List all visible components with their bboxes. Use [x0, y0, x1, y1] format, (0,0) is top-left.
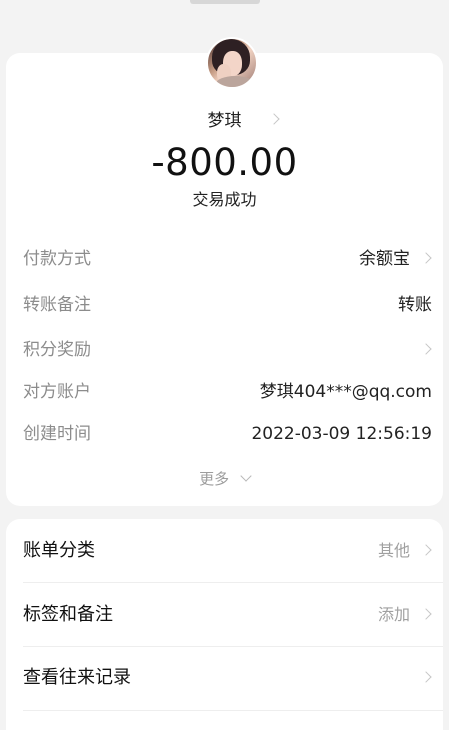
chevron-right-icon[interactable] [420, 343, 432, 355]
more-label[interactable]: 更多 [199, 470, 229, 488]
action-divider [23, 646, 443, 647]
transaction-summary-card: 梦琪 -800.00 交易成功 付款方式 余额宝 转账备注 转账 积分奖励 对方… [6, 37, 443, 506]
payment-method-value[interactable]: 余额宝 [359, 246, 410, 272]
action-divider [23, 582, 443, 583]
bill-category-row[interactable]: 账单分类 其他 [23, 537, 432, 565]
tags-notes-row[interactable]: 标签和备注 添加 [23, 601, 432, 629]
transaction-history-label: 查看往来记录 [23, 667, 131, 688]
points-reward-label: 积分奖励 [23, 340, 91, 360]
bill-category-value[interactable]: 其他 [378, 537, 410, 565]
avatar-shirt [216, 76, 254, 87]
payee-avatar[interactable] [206, 37, 258, 89]
transaction-history-row[interactable]: 查看往来记录 [23, 664, 432, 692]
action-divider [23, 710, 443, 711]
more-details-toggle[interactable]: 更多 [6, 468, 443, 490]
created-time-label: 创建时间 [23, 424, 91, 444]
chevron-right-icon[interactable] [420, 544, 432, 556]
top-edge-mark [190, 0, 260, 4]
chevron-right-icon[interactable] [420, 608, 432, 620]
counterparty-account-value: 梦琪404***@qq.com [259, 382, 432, 402]
payee-name[interactable]: 梦琪 [208, 111, 242, 131]
chevron-right-icon[interactable] [420, 252, 432, 264]
points-reward-row[interactable]: 积分奖励 [23, 337, 432, 363]
transaction-amount: -800.00 [151, 141, 298, 184]
bill-category-label: 账单分类 [23, 540, 95, 561]
chevron-right-icon[interactable] [420, 671, 432, 683]
transaction-detail-page: 梦琪 -800.00 交易成功 付款方式 余额宝 转账备注 转账 积分奖励 对方… [0, 0, 449, 730]
counterparty-account-label: 对方账户 [23, 382, 91, 402]
transaction-status: 交易成功 [192, 190, 257, 209]
transfer-note-value: 转账 [398, 295, 432, 315]
counterparty-account-row: 对方账户 梦琪404***@qq.com [23, 379, 432, 405]
transaction-actions-card: 账单分类 其他 标签和备注 添加 查看往来记录 [6, 519, 443, 730]
created-time-row: 创建时间 2022-03-09 12:56:19 [23, 421, 432, 447]
transfer-note-label: 转账备注 [23, 295, 91, 315]
tags-notes-value[interactable]: 添加 [378, 601, 410, 629]
payment-method-row[interactable]: 付款方式 余额宝 [23, 246, 432, 272]
transfer-note-row: 转账备注 转账 [23, 292, 432, 318]
payment-method-label: 付款方式 [23, 249, 91, 269]
created-time-value: 2022-03-09 12:56:19 [251, 424, 432, 444]
tags-notes-label: 标签和备注 [23, 604, 113, 625]
chevron-down-icon[interactable] [240, 470, 252, 482]
top-status-area [0, 0, 449, 24]
payee-name-row[interactable]: 梦琪 [6, 110, 443, 132]
